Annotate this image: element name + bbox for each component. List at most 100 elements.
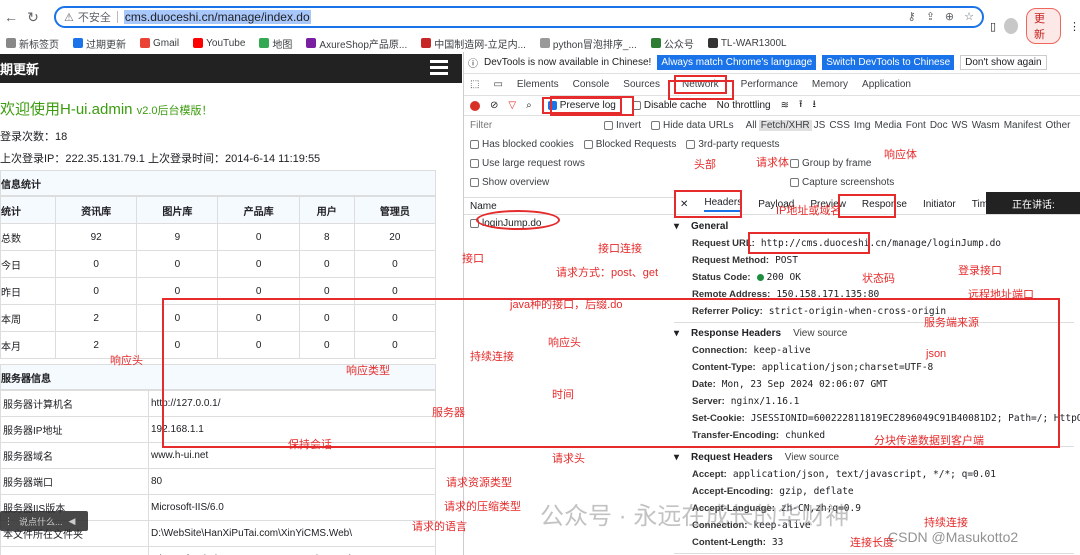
filter-type-wasm[interactable]: Wasm [970,120,1002,131]
bookmark-item[interactable]: AxureShop产品原... [306,36,407,51]
address-bar[interactable]: ⚠ 不安全 cms.duoceshi.cn/manage/index.do ⚷ … [54,6,984,28]
group-by-frame-toggle[interactable]: Group by frame [790,158,871,169]
avatar[interactable] [1004,18,1018,34]
bookmark-item[interactable]: 新标签页 [6,36,59,51]
bookmark-item[interactable]: YouTube [193,38,245,49]
filter-icon[interactable]: ▽ [508,100,516,111]
bookmark-item[interactable]: Gmail [140,38,179,49]
capture-screenshots-toggle[interactable]: Capture screenshots [790,177,894,188]
bookmark-label: 新标签页 [19,39,59,51]
network-tab-highlight [668,80,734,100]
header-key: Status Code: [692,272,751,283]
header-row: Request URL: http://cms.duoceshi.cn/manag… [674,235,1074,252]
section-toggle[interactable]: ▾ General [674,218,1074,235]
filter-type-other[interactable]: Other [1043,120,1072,131]
resource-type-filters: All Fetch/XHR JS CSS Img Media Font Doc WS Wasm Ma… [744,120,1073,131]
filter-type-ws[interactable]: WS [950,120,970,131]
clear-icon[interactable]: ⊘ [490,100,498,111]
tab-sources[interactable]: Sources [623,79,660,90]
annotation-interface: 接口 [462,253,484,265]
device-icon[interactable]: ▭ [493,79,502,90]
server-cell: 服务器IP地址 [0,416,149,443]
share-icon[interactable]: ⇪ [926,10,935,23]
hamburger-icon[interactable] [430,60,448,76]
menu-icon[interactable]: ⋮ [1069,20,1080,33]
inspect-icon[interactable]: ⬚ [470,79,479,90]
blocked-requests-toggle[interactable]: Blocked Requests [583,139,676,150]
server-cell: 服务器端口 [0,468,149,495]
chat-input-overlay[interactable]: ⋮ 说点什么... ◀ [0,511,88,531]
filter-type-media[interactable]: Media [873,120,904,131]
third-party-toggle[interactable]: 3rd-party requests [686,139,779,150]
search-icon: ⋮ [4,515,13,526]
switch-language-button[interactable]: Switch DevTools to Chinese [822,55,955,70]
section-toggle[interactable]: ▾ Request Headers View source [674,449,1074,466]
name-column-header[interactable]: Name [470,201,497,212]
record-icon[interactable] [470,100,480,111]
tab-console[interactable]: Console [573,79,610,90]
stats-cell: 0 [136,250,219,278]
match-language-button[interactable]: Always match Chrome's language [657,55,817,70]
url-text[interactable]: cms.duoceshi.cn/manage/index.do [123,10,311,24]
bookmark-item[interactable]: 地图 [259,36,292,51]
key-icon[interactable]: ⚷ [908,10,916,23]
annotation-remote: 远程地址端口 [968,289,1034,301]
bookmark-item[interactable]: TL-WAR1300L [707,38,787,49]
filter-type-doc[interactable]: Doc [928,120,950,131]
bookmark-item[interactable]: 过期更新 [73,36,126,51]
reload-icon[interactable]: ↻ [22,9,44,26]
invert-toggle[interactable]: Invert [604,120,641,131]
annotation-login: 登录接口 [958,265,1002,277]
tab-elements[interactable]: Elements [517,79,559,90]
divider [674,553,1074,554]
header-value: application/json, text/javascript, */*; … [732,469,996,480]
hide-data-urls-toggle[interactable]: Hide data URLs [651,120,734,131]
annotation-time: 时间 [552,389,574,401]
bookmark-icon [421,38,432,48]
download-icon[interactable]: ⭳ [812,97,816,114]
filter-type-js[interactable]: JS [812,120,828,131]
annotation-server-source: 服务端来源 [924,317,979,329]
blocked-cookies-toggle[interactable]: Has blocked cookies [470,139,574,150]
browser-toolbar: ← ↻ ⚠ 不安全 cms.duoceshi.cn/manage/index.d… [0,0,1080,44]
bookmark-label: 中国制造网-立足内... [434,39,526,51]
bookmark-item[interactable]: 公众号 [650,36,694,51]
dont-show-button[interactable]: Don't show again [960,55,1047,70]
filter-type-all[interactable]: All [744,120,759,131]
preserve-log-highlight [550,96,634,116]
stats-cell: 本月 [0,331,57,359]
search-icon[interactable]: ⌕ [526,100,532,111]
filter-type-css[interactable]: CSS [827,120,852,131]
detail-tab-initiator[interactable]: Initiator [923,199,956,210]
triangle-icon: ▾ [674,452,680,463]
back-icon[interactable]: ← [0,9,22,25]
show-overview-toggle[interactable]: Show overview [470,177,780,188]
throttling-select[interactable]: No throttling [717,100,771,111]
tab-performance[interactable]: Performance [741,79,798,90]
large-rows-label: Use large request rows [482,158,585,169]
filter-type-font[interactable]: Font [904,120,928,131]
bookmark-item[interactable]: 中国制造网-立足内... [421,36,526,51]
server-cell: Microsoft-IIS/6.0 [148,494,436,521]
bookmark-label: AxureShop产品原... [319,39,408,51]
filter-type-manifest[interactable]: Manifest [1002,120,1044,131]
wifi-icon[interactable]: ≋ [781,100,789,111]
filter-type-img[interactable]: Img [852,120,873,131]
annotation-keep-conn2: 持续连接 [924,517,968,529]
tab-application[interactable]: Application [862,79,911,90]
filter-input[interactable]: Filter [470,120,594,131]
disable-cache-toggle[interactable]: Disable cache [631,100,707,111]
annotation-response-type: 响应类型 [346,365,390,377]
view-source-link[interactable]: View source [785,452,839,463]
star-icon[interactable]: ☆ [964,10,974,23]
tab-memory[interactable]: Memory [812,79,848,90]
table-row: 今日 0 0 0 0 0 [0,250,437,278]
bookmark-item[interactable]: python冒泡排序_... [539,36,637,51]
zoom-icon[interactable]: ⊕ [945,10,954,23]
upload-icon[interactable]: ⭱ [799,97,803,114]
collapse-icon[interactable]: ◀ [69,516,76,527]
large-rows-toggle[interactable]: Use large request rows [470,158,780,169]
sidebar-icon[interactable]: ▯ [990,20,996,33]
filter-type-fetch-xhr[interactable]: Fetch/XHR [758,120,812,131]
annotation-accept: 请求资源类型 [446,477,512,489]
